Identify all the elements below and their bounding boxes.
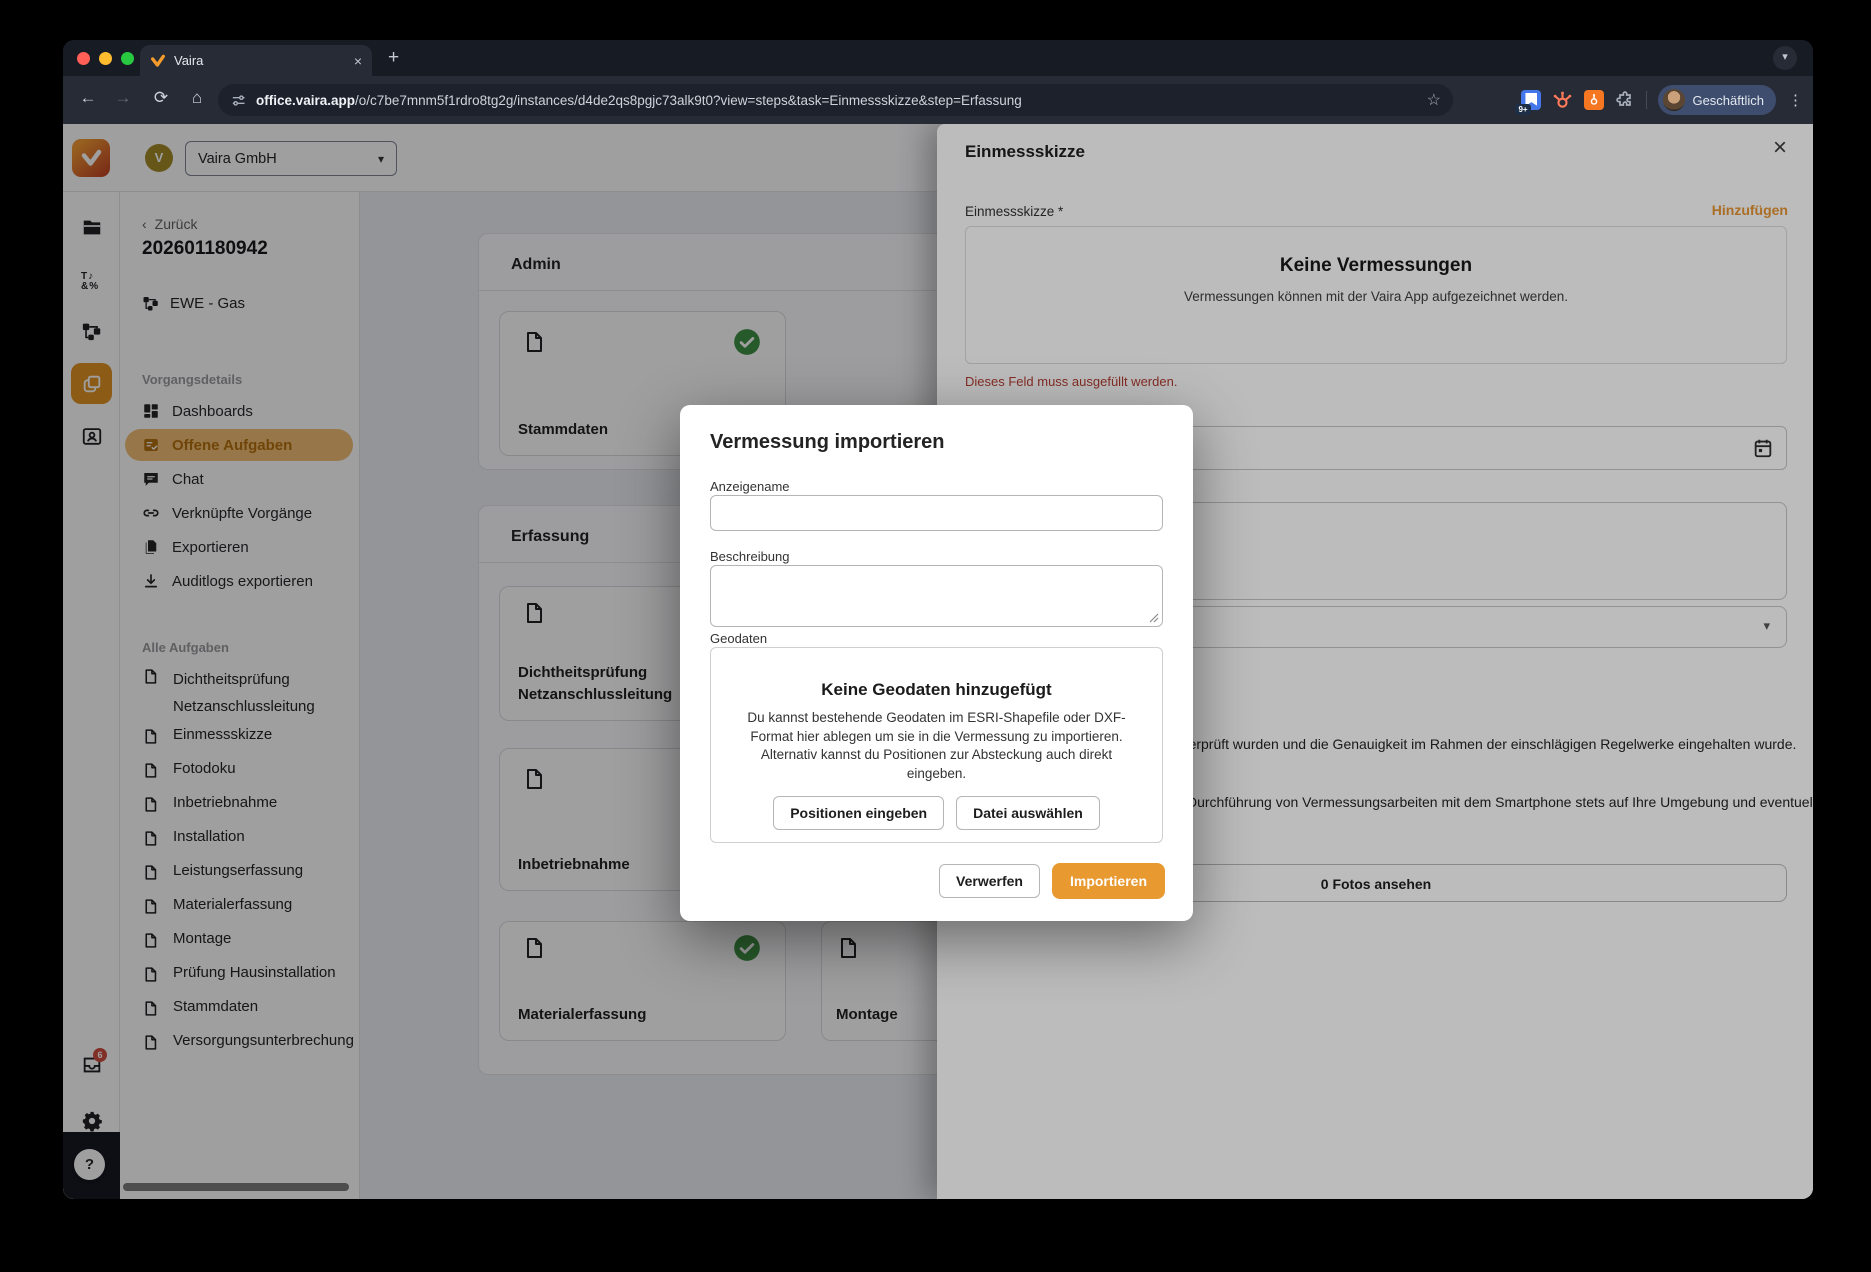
hubspot-sprocket-icon[interactable]	[1552, 90, 1573, 111]
toolbar-separator	[1646, 91, 1647, 109]
window-controls	[77, 52, 134, 65]
geodata-empty-text: Du kannst bestehende Geodaten im ESRI-Sh…	[733, 709, 1141, 783]
extensions-puzzle-icon[interactable]	[1615, 90, 1635, 110]
tab-title: Vaira	[174, 53, 346, 68]
geodata-empty-title: Keine Geodaten hinzugefügt	[711, 680, 1162, 700]
geodata-label: Geodaten	[710, 631, 767, 646]
url-host: office.vaira.app	[256, 93, 355, 108]
toolbar-extensions: 9+ Geschäftlich ⋮	[1521, 84, 1803, 116]
back-button[interactable]: ←	[75, 88, 101, 108]
modal-footer: Verwerfen Importieren	[939, 863, 1165, 899]
forward-button[interactable]: →	[110, 88, 136, 108]
description-label: Beschreibung	[710, 549, 790, 564]
vaira-favicon-icon	[150, 53, 166, 69]
extension-blue-icon[interactable]: 9+	[1521, 90, 1541, 110]
new-tab-button[interactable]: +	[388, 47, 399, 69]
browser-tab[interactable]: Vaira ×	[140, 45, 372, 76]
url-path: /o/c7be7mnm5f1rdro8tg2g/instances/d4de2q…	[355, 93, 1022, 108]
tab-strip: Vaira × + ▾	[63, 40, 1813, 76]
site-settings-icon	[230, 92, 247, 109]
discard-button[interactable]: Verwerfen	[939, 864, 1040, 898]
bookmark-star-icon[interactable]: ☆	[1427, 90, 1441, 110]
import-button[interactable]: Importieren	[1052, 863, 1165, 899]
minimize-window-button[interactable]	[99, 52, 112, 65]
enter-positions-button[interactable]: Positionen eingeben	[773, 796, 944, 830]
modal-title: Vermessung importieren	[710, 431, 945, 454]
browser-window: Vaira × + ▾ ← → ⟳ ⌂ office.vaira.app/o/c…	[63, 40, 1813, 1199]
profile-label: Geschäftlich	[1692, 93, 1764, 108]
browser-menu-icon[interactable]: ⋮	[1788, 91, 1803, 109]
tab-close-icon[interactable]: ×	[354, 53, 362, 69]
home-button[interactable]: ⌂	[184, 88, 210, 108]
url-bar[interactable]: office.vaira.app/o/c7be7mnm5f1rdro8tg2g/…	[218, 84, 1453, 116]
profile-avatar	[1663, 89, 1685, 111]
profile-chip[interactable]: Geschäftlich	[1658, 85, 1776, 115]
reload-button[interactable]: ⟳	[148, 88, 174, 108]
close-window-button[interactable]	[77, 52, 90, 65]
name-label: Anzeigename	[710, 479, 790, 494]
resize-grip-icon[interactable]	[1149, 613, 1159, 623]
import-measurement-modal: Vermessung importieren Anzeigename Besch…	[680, 405, 1193, 921]
geodata-dropzone[interactable]: Keine Geodaten hinzugefügt Du kannst bes…	[710, 647, 1163, 843]
hubspot-square-icon[interactable]	[1584, 90, 1604, 110]
description-textarea[interactable]	[710, 565, 1163, 627]
tab-search-button[interactable]: ▾	[1773, 46, 1797, 70]
extension-badge: 9+	[1515, 104, 1530, 115]
url-text: office.vaira.app/o/c7be7mnm5f1rdro8tg2g/…	[256, 93, 1418, 108]
display-name-input[interactable]	[710, 495, 1163, 531]
app-page: V Vaira GmbH ▾ T♪ &% 6 ?	[63, 124, 1813, 1199]
browser-toolbar: ← → ⟳ ⌂ office.vaira.app/o/c7be7mnm5f1rd…	[63, 76, 1813, 124]
maximize-window-button[interactable]	[121, 52, 134, 65]
geodata-actions: Positionen eingeben Datei auswählen	[711, 796, 1162, 830]
choose-file-button[interactable]: Datei auswählen	[956, 796, 1100, 830]
